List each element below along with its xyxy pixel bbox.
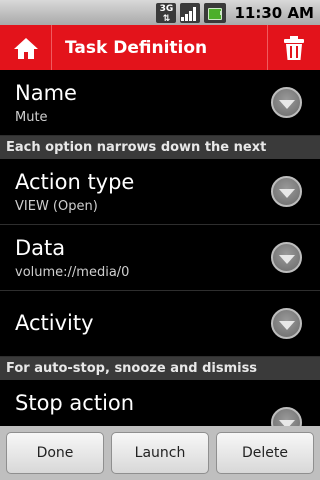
list-item-action-type[interactable]: Action type VIEW (Open)	[0, 159, 320, 225]
row-title: Activity	[15, 311, 94, 335]
expand-icon[interactable]	[271, 242, 302, 273]
list-item-activity[interactable]: Activity	[0, 291, 320, 357]
expand-icon[interactable]	[271, 176, 302, 207]
row-title: Data	[15, 236, 66, 260]
task-definition-list: Name Mute Each option narrows down the n…	[0, 70, 320, 426]
status-clock: 11:30 AM	[234, 3, 314, 22]
row-title: Name	[15, 81, 77, 105]
expand-icon[interactable]	[271, 87, 302, 118]
list-item-name[interactable]: Name Mute	[0, 70, 320, 136]
home-button[interactable]	[0, 25, 52, 70]
row-title: Action type	[15, 170, 135, 194]
list-item-data[interactable]: Data volume://media/0	[0, 225, 320, 291]
delete-button[interactable]: Delete	[216, 432, 314, 474]
row-title: Stop action	[15, 391, 135, 415]
expand-icon[interactable]	[271, 407, 302, 426]
status-bar: 3G ⇅ 11:30 AM	[0, 0, 320, 25]
row-value: volume://media/0	[15, 265, 130, 280]
home-icon	[13, 37, 38, 59]
row-value: Mute	[15, 110, 48, 125]
list-item-stop-action[interactable]: Stop action	[0, 380, 320, 426]
launch-button[interactable]: Launch	[111, 432, 209, 474]
trash-icon	[284, 35, 304, 60]
battery-icon	[204, 2, 227, 23]
network-type-label: 3G	[159, 3, 174, 14]
row-value: VIEW (Open)	[15, 199, 98, 214]
section-header: Each option narrows down the next	[0, 136, 320, 159]
done-button[interactable]: Done	[6, 432, 104, 474]
section-header: For auto-stop, snooze and dismiss	[0, 357, 320, 380]
page-title: Task Definition	[65, 37, 208, 58]
delete-task-button[interactable]	[267, 25, 320, 70]
expand-icon[interactable]	[271, 308, 302, 339]
signal-strength-icon	[180, 2, 201, 23]
bottom-button-bar: Done Launch Delete	[0, 426, 320, 480]
network-3g-icon: 3G ⇅	[156, 2, 177, 24]
title-bar: Task Definition	[0, 25, 320, 70]
